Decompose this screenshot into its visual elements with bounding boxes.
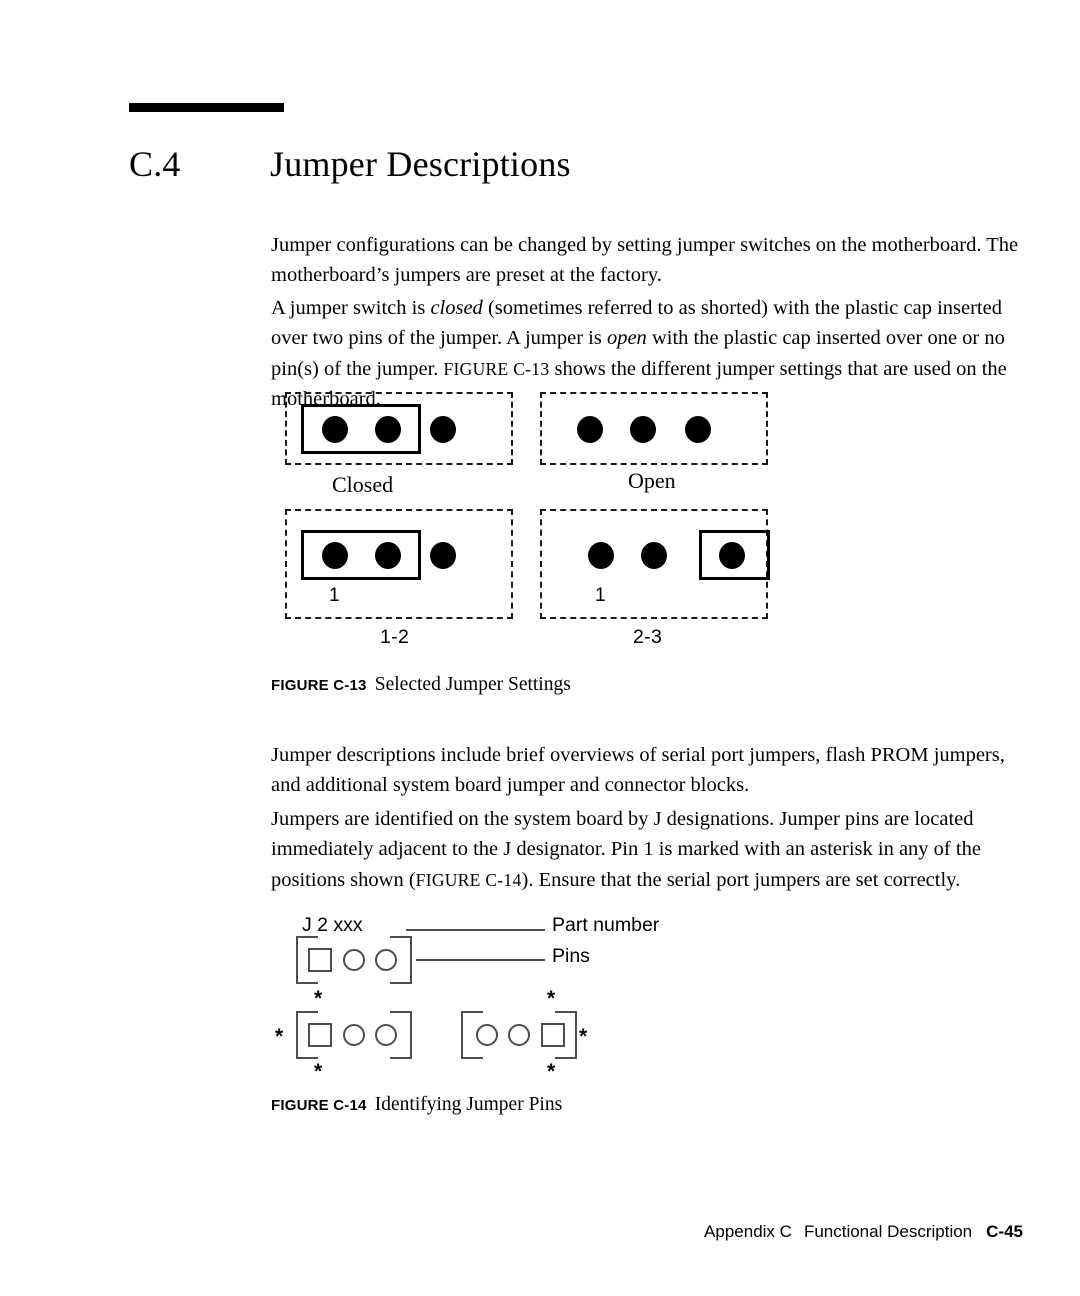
figure-reference-c14: FIGURE C-14 (415, 869, 522, 890)
jumper-pin-1 (322, 542, 348, 569)
jumper-pin-3 (430, 542, 456, 569)
pin-circle-three (375, 1024, 397, 1046)
pin-one-asterisk-top: * (314, 987, 323, 1010)
jumper-pin-3 (719, 542, 745, 569)
jumper-pin-1 (588, 542, 614, 569)
jumper-pin-2 (630, 416, 656, 443)
footer-chapter: Functional Description (803, 1222, 973, 1241)
jumper-pin-3 (430, 416, 456, 443)
jumper-pair-label-two-three: 2-3 (633, 626, 663, 648)
para2-term-closed: closed (430, 296, 483, 319)
figure-caption-title: Selected Jumper Settings (374, 674, 571, 695)
paragraph-designations: Jumpers are identified on the system boa… (271, 804, 1023, 896)
jumper-pin-1 (577, 416, 603, 443)
pin-square-one (308, 1023, 332, 1047)
pin-one-asterisk-bottom: * (314, 1060, 323, 1083)
pin-circle-three (476, 1024, 498, 1046)
page-footer: Appendix C Functional Description C-45 (0, 1221, 1023, 1243)
section-number: C.4 (129, 144, 181, 184)
jumper-panel-open (540, 392, 768, 465)
pin-circle-two (508, 1024, 530, 1046)
jumper-pair-label-one-two: 1-2 (380, 626, 410, 648)
pin-one-marker: 1 (595, 585, 606, 606)
jumper-pin-2 (375, 416, 401, 443)
para4-part-b: ). Ensure that the serial port jumpers a… (521, 868, 961, 891)
jumper-pin-2 (375, 542, 401, 569)
figure-caption-label: FIGURE C-13 (271, 677, 370, 694)
pin-one-asterisk-bottom: * (547, 1060, 556, 1083)
para2-term-open: open (606, 327, 647, 349)
jumper-state-label-open: Open (628, 468, 676, 493)
heading-rule (129, 103, 284, 112)
callout-pins: Pins (552, 945, 590, 967)
callout-part-number: Part number (552, 914, 660, 936)
page-title: C.4 Jumper Descriptions (129, 140, 1029, 192)
pin-square-one (541, 1023, 565, 1047)
pin-one-marker: 1 (329, 585, 340, 606)
figure-caption-title: Identifying Jumper Pins (374, 1094, 563, 1115)
figure-caption-c14: FIGURE C-14 Identifying Jumper Pins (271, 1093, 1023, 1118)
pin-one-asterisk-right: * (579, 1025, 588, 1048)
footer-appendix: Appendix C (704, 1222, 792, 1241)
pin-circle-three (375, 949, 397, 971)
jumper-pin-1 (322, 416, 348, 443)
pin-circle-two (343, 949, 365, 971)
paragraph-intro: Jumper configurations can be changed by … (271, 233, 1019, 287)
leader-line-pins (416, 959, 545, 961)
pin-circle-two (343, 1024, 365, 1046)
jumper-panel-two-three: 1 (540, 509, 770, 619)
paragraph-descriptions: Jumper descriptions include brief overvi… (271, 743, 1005, 797)
footer-page-number: C-45 (986, 1222, 1023, 1241)
figure-c13-jumper-settings: Closed Open 1 1-2 1 2-3 (285, 392, 775, 657)
jumper-pin-3 (685, 416, 711, 443)
pin-block-reference (296, 936, 412, 984)
leader-line-part-number (406, 929, 545, 931)
figure-caption-c13: FIGURE C-13 Selected Jumper Settings (271, 673, 1023, 698)
figure-c14-identifying-jumper-pins: J 2 xxx Part number Pins * * * * * * (275, 908, 700, 1082)
section-title: Jumper Descriptions (270, 144, 571, 184)
jumper-cap-closed (301, 404, 421, 454)
pin-block-left-marked: * * * (275, 988, 412, 1082)
jumper-cap-one-two (301, 530, 421, 580)
jumper-pin-2 (641, 542, 667, 569)
figure-caption-label: FIGURE C-14 (271, 1097, 370, 1114)
pin-one-asterisk-top: * (547, 987, 556, 1010)
jumper-panel-closed (285, 392, 513, 465)
jumper-state-label-closed: Closed (332, 472, 394, 497)
jumper-panel-one-two: 1 (285, 509, 513, 619)
pin-square-one (308, 948, 332, 972)
jumper-designator-label: J 2 xxx (302, 914, 363, 936)
para2-part-a: A jumper switch is (271, 296, 431, 319)
pin-block-right-marked: * * * (461, 988, 587, 1082)
figure-reference-c13: FIGURE C-13 (443, 358, 550, 379)
pin-one-asterisk-left: * (275, 1025, 284, 1048)
